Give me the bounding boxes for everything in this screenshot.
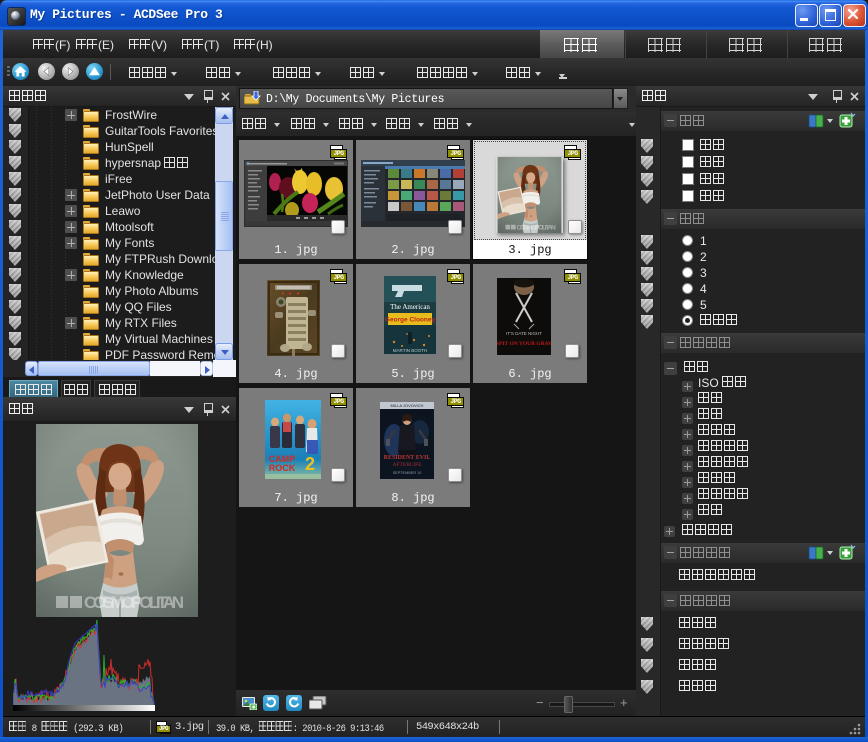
svg-text:IT'S DATE NIGHT: IT'S DATE NIGHT [506,331,542,336]
svg-text:AFTERLIFE: AFTERLIFE [392,462,422,468]
svg-text:I SPIT ON YOUR GRAVE: I SPIT ON YOUR GRAVE [497,341,551,347]
svg-text:ROCK: ROCK [269,463,296,473]
svg-text:George Clooney: George Clooney [385,317,436,324]
svg-text:The American: The American [390,303,430,311]
svg-text:MILLA JOVOVICH: MILLA JOVOVICH [391,403,424,408]
svg-text:RESIDENT EVIL: RESIDENT EVIL [384,455,431,461]
svg-text:SEPTEMBER 10: SEPTEMBER 10 [393,471,422,475]
svg-text:MARTIN BOOTH: MARTIN BOOTH [393,348,427,353]
svg-text:2: 2 [305,454,315,474]
